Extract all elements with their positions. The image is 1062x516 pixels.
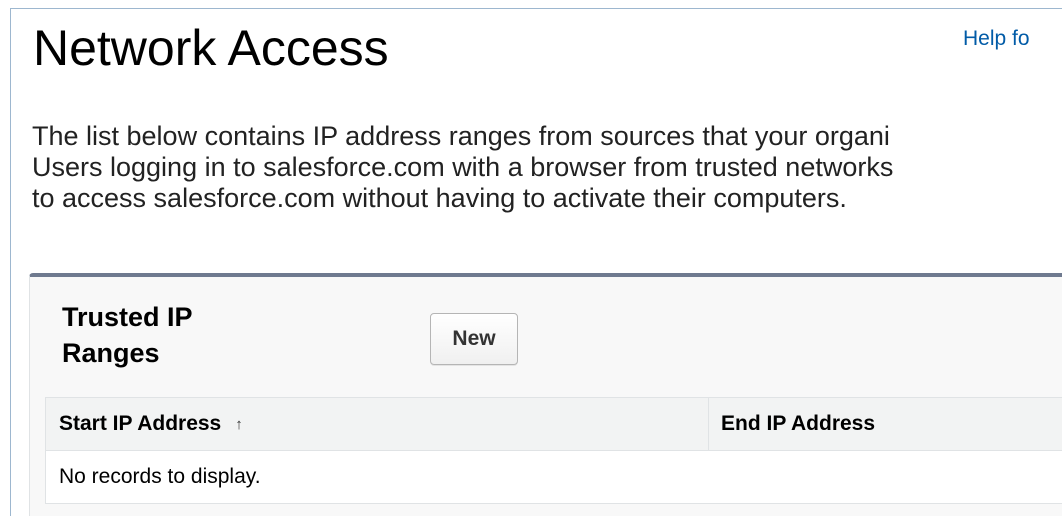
panel-title: Trusted IP Ranges — [62, 302, 193, 368]
help-link[interactable]: Help fo — [963, 27, 1030, 51]
network-access-page: Network Access Help fo The list below co… — [10, 8, 1062, 516]
column-header-label: End IP Address — [721, 412, 876, 435]
description-line: to access salesforce.com without having … — [32, 183, 847, 213]
column-header-start-ip[interactable]: Start IP Address ↑ — [46, 398, 709, 450]
page-title: Network Access — [33, 20, 389, 76]
arrow-up-icon: ↑ — [235, 415, 243, 433]
description-line: Users logging in to salesforce.com with … — [32, 152, 894, 182]
trusted-ip-ranges-table: Start IP Address ↑ End IP Address No rec… — [45, 397, 1062, 504]
column-header-end-ip[interactable]: End IP Address — [709, 398, 1062, 450]
trusted-ip-ranges-panel: Trusted IP Ranges New Start IP Address ↑… — [29, 273, 1062, 516]
table-header-row: Start IP Address ↑ End IP Address — [46, 398, 1062, 451]
description-line: The list below contains IP address range… — [32, 121, 890, 151]
page-description: The list below contains IP address range… — [32, 121, 1062, 214]
new-button[interactable]: New — [430, 313, 518, 365]
column-header-label: Start IP Address — [59, 412, 222, 435]
table-body: No records to display. — [46, 451, 1062, 504]
empty-message: No records to display. — [46, 451, 1062, 504]
